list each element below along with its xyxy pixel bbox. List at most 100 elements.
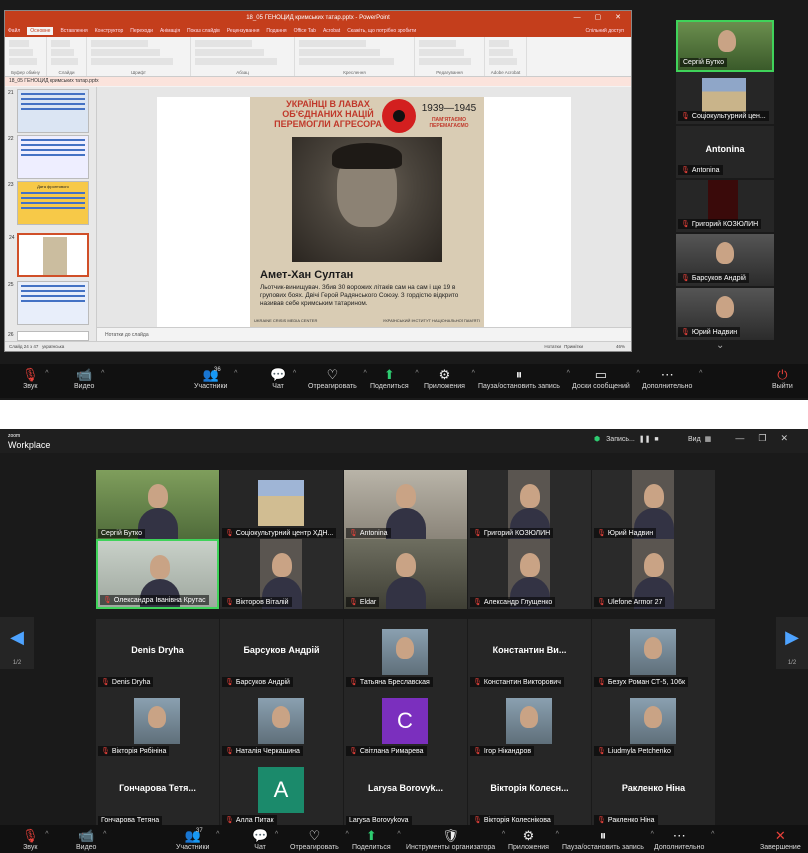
participant-tile[interactable]: 🎙 Александр Глущенко bbox=[468, 539, 591, 609]
slide-thumbnail[interactable]: 21 bbox=[8, 89, 89, 133]
caret-up-icon[interactable]: ^ bbox=[216, 831, 219, 838]
end-button[interactable]: ✕ Завершение bbox=[760, 828, 801, 851]
participant-tile[interactable]: Denis Dryha 🎙 Denis Dryha bbox=[96, 619, 219, 689]
more-button[interactable]: ⋯ Дополнительно ^ bbox=[654, 828, 714, 851]
ppt-menu-item[interactable]: Файл bbox=[8, 28, 20, 34]
caret-up-icon[interactable]: ^ bbox=[45, 831, 48, 838]
ribbon-control[interactable] bbox=[91, 49, 161, 56]
ppt-menu-item[interactable]: Показ слайдів bbox=[187, 28, 220, 34]
caret-up-icon[interactable]: ^ bbox=[567, 370, 570, 377]
notes-toggle[interactable]: Нотатки bbox=[544, 342, 561, 351]
ribbon-control[interactable] bbox=[51, 58, 78, 65]
participant-tile[interactable]: 🎙 Григорий КОЗЮЛИН bbox=[676, 180, 774, 232]
participant-tile[interactable]: 🎙 Наталія Черкашина bbox=[220, 688, 343, 758]
heart-button[interactable]: ♡ Отреагировать ^ bbox=[308, 367, 367, 390]
ppt-menu-item[interactable]: Конструктор bbox=[95, 28, 124, 34]
slide-thumbnail[interactable]: 22 bbox=[8, 135, 89, 179]
participant-tile[interactable]: 🎙 Ulefone Armor 27 bbox=[592, 539, 715, 609]
participant-tile[interactable]: 🎙 Олександра Іванівна Крутас bbox=[96, 539, 219, 609]
participant-tile[interactable]: 🎙 Татьяна Бреславская bbox=[344, 619, 467, 689]
ppt-menu-item[interactable]: Основне bbox=[27, 27, 54, 35]
caret-up-icon[interactable]: ^ bbox=[275, 831, 278, 838]
record-button[interactable]: ⏸ Пауза/остановить запись ^ bbox=[478, 367, 570, 390]
participant-tile[interactable]: 🎙 Antonina bbox=[344, 470, 467, 540]
caret-up-icon[interactable]: ^ bbox=[415, 370, 418, 377]
chat-button[interactable]: 💬 Чат ^ bbox=[252, 828, 278, 851]
caret-up-icon[interactable]: ^ bbox=[711, 831, 714, 838]
participants-button[interactable]: 👥 36 Участники ^ bbox=[194, 367, 237, 390]
record-button[interactable]: ⏸ Пауза/остановить запись ^ bbox=[562, 828, 654, 851]
ribbon-control[interactable] bbox=[51, 49, 74, 56]
caret-up-icon[interactable]: ^ bbox=[234, 370, 237, 377]
ribbon-control[interactable] bbox=[419, 49, 464, 56]
more-button[interactable]: ⋯ Дополнительно ^ bbox=[642, 367, 702, 390]
share-button[interactable]: ⬆ Поделиться ^ bbox=[352, 828, 401, 851]
ribbon-control[interactable] bbox=[489, 40, 509, 47]
slide-thumbnail[interactable]: 24 bbox=[9, 233, 89, 277]
caret-up-icon[interactable]: ^ bbox=[45, 370, 48, 377]
participant-tile[interactable]: Барсуков Андрій 🎙 Барсуков Андрій bbox=[220, 619, 343, 689]
participant-tile[interactable]: 🎙 Вікторов Віталій bbox=[220, 539, 343, 609]
ribbon-control[interactable] bbox=[419, 58, 472, 65]
host-tools-button[interactable]: 🛡 Инструменты организатора ^ bbox=[406, 828, 505, 851]
caret-up-icon[interactable]: ^ bbox=[397, 831, 400, 838]
ppt-menu-item[interactable]: Подання bbox=[266, 28, 286, 34]
caret-up-icon[interactable]: ^ bbox=[636, 370, 639, 377]
window-controls[interactable]: —❐✕ bbox=[735, 433, 802, 444]
ribbon-control[interactable] bbox=[299, 49, 381, 56]
apps-button[interactable]: ⚙ Приложения ^ bbox=[508, 828, 559, 851]
ribbon-control[interactable] bbox=[489, 58, 518, 65]
ribbon-control[interactable] bbox=[195, 40, 252, 47]
participants-button[interactable]: 👥 37 Участники ^ bbox=[176, 828, 219, 851]
pause-icon[interactable]: ❚❚ bbox=[637, 436, 651, 443]
caret-up-icon[interactable]: ^ bbox=[293, 370, 296, 377]
ppt-menu-item[interactable]: Acrobat bbox=[323, 28, 340, 34]
slide-thumbnail[interactable]: 25 bbox=[8, 281, 89, 325]
microphone-muted-button[interactable]: 🎙 Звук ^ bbox=[22, 367, 49, 390]
ppt-menu-item[interactable]: Office Tab bbox=[294, 28, 316, 34]
ppt-menu-item[interactable]: Рецензування bbox=[227, 28, 260, 34]
caret-up-icon[interactable]: ^ bbox=[472, 370, 475, 377]
zoom-level[interactable]: 46% bbox=[616, 342, 625, 351]
ribbon-control[interactable] bbox=[195, 49, 265, 56]
participant-tile[interactable]: 🎙 Соціокультурний центр ХДН... bbox=[220, 470, 343, 540]
ribbon-control[interactable] bbox=[489, 49, 514, 56]
participant-tile[interactable]: Сергій Бутко bbox=[96, 470, 219, 540]
ppt-menu-item[interactable]: Вставлення bbox=[60, 28, 87, 34]
whiteboard-button[interactable]: ▭ Доски сообщений ^ bbox=[572, 367, 640, 390]
ribbon-control[interactable] bbox=[91, 58, 173, 65]
participant-tile[interactable]: 🎙 Ігор Нікандров bbox=[468, 688, 591, 758]
participant-tile[interactable]: 🎙 Барсуков Андрій bbox=[676, 234, 774, 286]
ribbon-control[interactable] bbox=[9, 58, 38, 65]
heart-button[interactable]: ♡ Отреагировать ^ bbox=[290, 828, 349, 851]
ribbon-control[interactable] bbox=[419, 40, 456, 47]
ppt-search-hint[interactable]: Скажіть, що потрібно зробити bbox=[347, 28, 416, 34]
video-off-button[interactable]: 📹 Видео ^ bbox=[74, 367, 104, 390]
slide-thumbnail[interactable]: 23 Дата фронтового bbox=[8, 181, 89, 225]
participant-tile[interactable]: 🎙 Юрий Надвин bbox=[676, 288, 774, 340]
slide-thumbnail[interactable]: 26 bbox=[8, 331, 89, 341]
caret-up-icon[interactable]: ^ bbox=[346, 831, 349, 838]
ribbon-control[interactable] bbox=[9, 49, 34, 56]
participant-tile[interactable]: Константин Ви... 🎙 Константин Викторович bbox=[468, 619, 591, 689]
participant-tile[interactable]: Antonina 🎙 Antonina bbox=[676, 126, 774, 178]
caret-up-icon[interactable]: ^ bbox=[699, 370, 702, 377]
participant-tile[interactable]: 🎙 Liudmyla Petchenko bbox=[592, 688, 715, 758]
participant-tile[interactable]: Сергій Бутко bbox=[676, 20, 774, 72]
participant-tile[interactable]: 🎙 Юрий Надвин bbox=[592, 470, 715, 540]
comments-toggle[interactable]: Примітки bbox=[564, 342, 583, 351]
participant-tile[interactable]: 🎙 Григорий КОЗЮЛИН bbox=[468, 470, 591, 540]
participant-tile[interactable]: Вікторія Колесн... 🎙 Вікторія Колеснікова bbox=[468, 757, 591, 827]
notes-pane[interactable]: Нотатки до слайда bbox=[97, 327, 631, 341]
prev-page-button[interactable]: ◀ 1/2 bbox=[0, 617, 34, 669]
ribbon-control[interactable] bbox=[299, 40, 366, 47]
participant-tile[interactable]: 🎙 Соціокультурний цен... bbox=[676, 72, 774, 124]
ppt-window-controls[interactable]: — ▢ ✕ bbox=[574, 11, 627, 25]
share-button[interactable]: ⬆ Поделиться ^ bbox=[370, 367, 419, 390]
next-page-button[interactable]: ▶ 1/2 bbox=[776, 617, 808, 669]
participant-tile[interactable]: Гончарова Тетя... Гончарова Тетяна bbox=[96, 757, 219, 827]
microphone-muted-button[interactable]: 🎙 Звук ^ bbox=[22, 828, 49, 851]
leave-button[interactable]: ⏻ Выйти bbox=[772, 367, 793, 390]
chevron-down-icon[interactable]: ⌄ bbox=[716, 340, 724, 351]
caret-up-icon[interactable]: ^ bbox=[502, 831, 505, 838]
